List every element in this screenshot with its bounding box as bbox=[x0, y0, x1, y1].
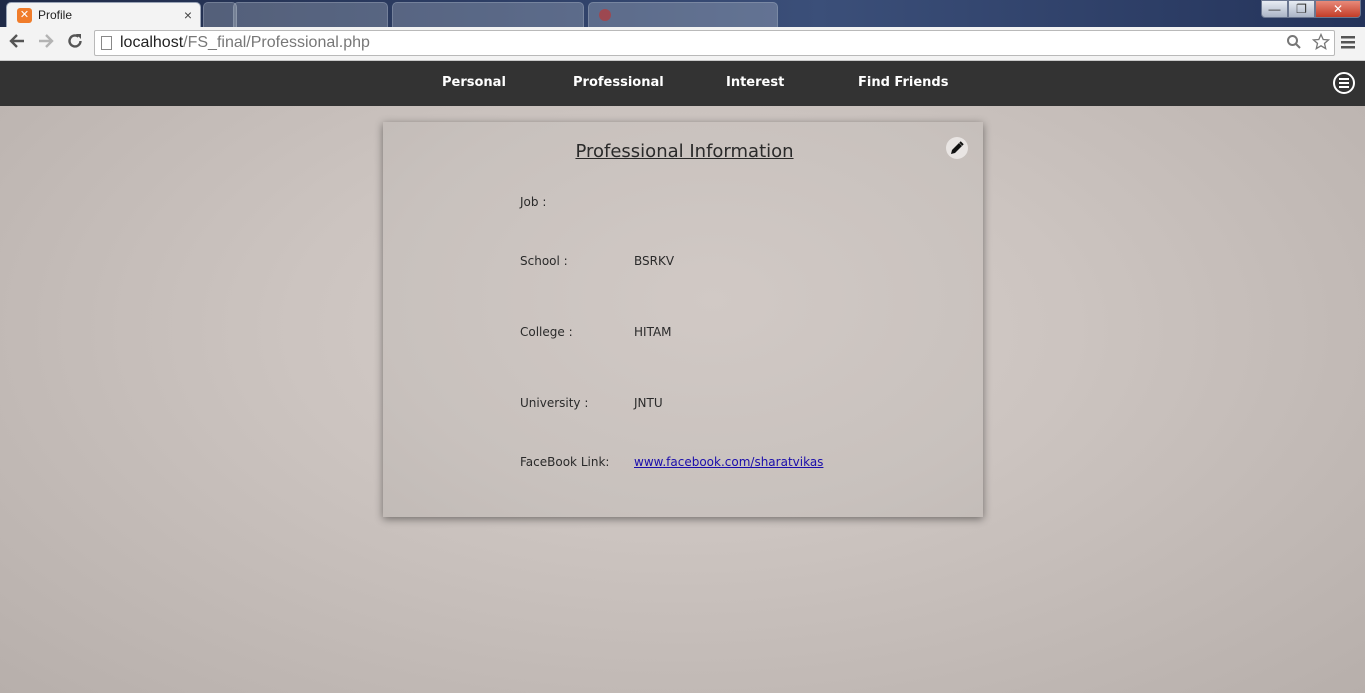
college-label: College : bbox=[520, 325, 573, 339]
school-value: BSRKV bbox=[634, 254, 675, 268]
university-label: University : bbox=[520, 396, 589, 410]
tab-close-icon[interactable]: × bbox=[184, 7, 192, 23]
university-value: JNTU bbox=[634, 396, 663, 410]
page-background: Professional Information Job : School : … bbox=[0, 106, 1365, 693]
close-window-button[interactable]: ✕ bbox=[1315, 0, 1361, 18]
omnibox-actions bbox=[1286, 31, 1331, 55]
site-navbar: Personal Professional Interest Find Frie… bbox=[0, 61, 1365, 106]
address-bar[interactable]: localhost/FS_final/Professional.php bbox=[94, 30, 1335, 56]
nav-professional[interactable]: Professional bbox=[573, 75, 664, 90]
tab-favicon-icon bbox=[599, 9, 611, 21]
maximize-button[interactable]: ❐ bbox=[1288, 0, 1315, 18]
reload-icon[interactable] bbox=[63, 32, 87, 56]
star-icon[interactable] bbox=[1311, 32, 1331, 51]
tab-new[interactable] bbox=[203, 2, 237, 27]
minimize-button[interactable]: — bbox=[1261, 0, 1288, 18]
search-icon[interactable] bbox=[1286, 34, 1312, 51]
card-title: Professional Information bbox=[575, 141, 794, 162]
nav-personal[interactable]: Personal bbox=[442, 75, 506, 90]
page-icon bbox=[101, 36, 112, 50]
tab-profile[interactable]: ✕ Profile × bbox=[6, 2, 201, 27]
school-label: School : bbox=[520, 254, 568, 268]
menu-icon[interactable] bbox=[1340, 34, 1356, 55]
facebook-link[interactable]: www.facebook.com/sharatvikas bbox=[634, 455, 823, 469]
college-value: HITAM bbox=[634, 325, 672, 339]
xampp-favicon-icon: ✕ bbox=[17, 7, 32, 23]
nav-find-friends[interactable]: Find Friends bbox=[858, 75, 948, 90]
edit-button[interactable] bbox=[946, 137, 968, 159]
pencil-icon bbox=[951, 141, 964, 154]
nav-interest[interactable]: Interest bbox=[726, 75, 784, 90]
arrow-right-icon[interactable] bbox=[34, 32, 58, 56]
url-host: localhost bbox=[120, 34, 184, 51]
tab-background-2[interactable] bbox=[392, 2, 584, 27]
browser-titlebar: ✕ Profile × — ❐ ✕ bbox=[0, 0, 1365, 27]
tab-background-1[interactable] bbox=[233, 2, 388, 27]
tab-background-3[interactable] bbox=[588, 2, 778, 27]
hamburger-icon[interactable] bbox=[1333, 72, 1355, 94]
browser-toolbar: localhost/FS_final/Professional.php bbox=[0, 27, 1365, 61]
arrow-left-icon[interactable] bbox=[5, 32, 29, 56]
job-label: Job : bbox=[520, 195, 547, 209]
url-path: /FS_final/Professional.php bbox=[183, 34, 370, 51]
professional-info-card: Professional Information Job : School : … bbox=[383, 122, 983, 517]
tab-title: Profile bbox=[38, 8, 73, 22]
facebook-label: FaceBook Link: bbox=[520, 455, 610, 469]
